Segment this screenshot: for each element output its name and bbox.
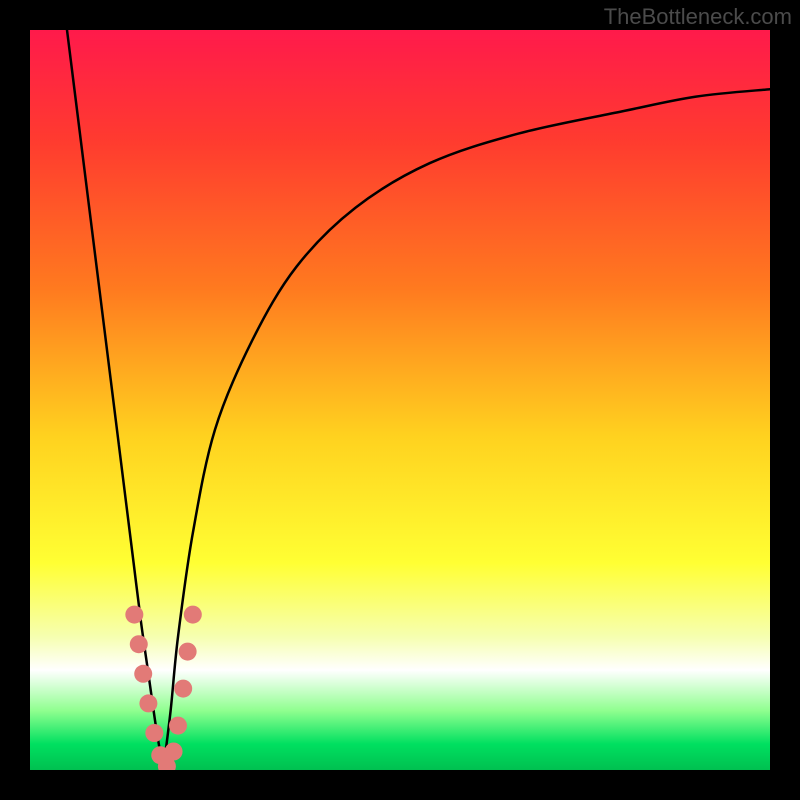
marker-dot xyxy=(165,743,183,761)
marker-dot xyxy=(139,694,157,712)
marker-dot xyxy=(169,717,187,735)
chart-frame: TheBottleneck.com xyxy=(0,0,800,800)
marker-dot xyxy=(125,606,143,624)
marker-dot xyxy=(179,643,197,661)
frame-border-right xyxy=(770,0,800,800)
marker-dot xyxy=(145,724,163,742)
marker-dot xyxy=(134,665,152,683)
marker-dot xyxy=(184,606,202,624)
bottleneck-chart xyxy=(30,30,770,770)
frame-border-bottom xyxy=(0,770,800,800)
frame-border-left xyxy=(0,0,30,800)
watermark-text: TheBottleneck.com xyxy=(604,4,792,30)
marker-dot xyxy=(130,635,148,653)
chart-background xyxy=(30,30,770,770)
marker-dot xyxy=(174,680,192,698)
